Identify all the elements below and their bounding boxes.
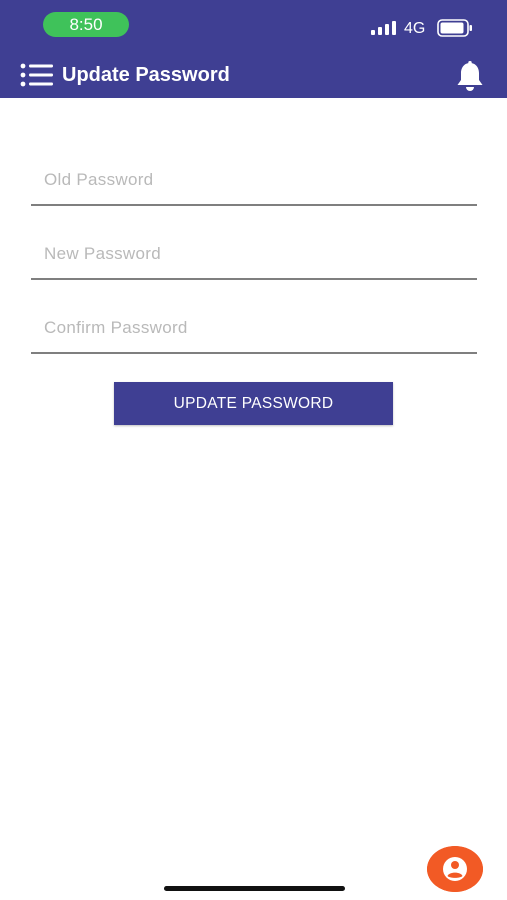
cellular-signal-icon [371,21,397,35]
new-password-input[interactable] [31,230,477,280]
home-indicator[interactable] [164,886,345,891]
battery-icon [437,19,472,37]
confirm-password-input[interactable] [31,304,477,354]
status-time: 8:50 [43,12,129,37]
network-type: 4G [404,20,426,37]
bell-icon[interactable] [454,60,486,92]
new-password-field [31,230,477,280]
old-password-input[interactable] [31,156,477,206]
app-header: 8:50 4G Update Password [0,0,507,98]
user-account-icon[interactable] [427,846,483,892]
page-title: Update Password [62,64,230,86]
menu-list-icon[interactable] [20,63,54,87]
confirm-password-field [31,304,477,354]
update-password-button[interactable]: UPDATE PASSWORD [114,382,393,425]
old-password-field [31,156,477,206]
